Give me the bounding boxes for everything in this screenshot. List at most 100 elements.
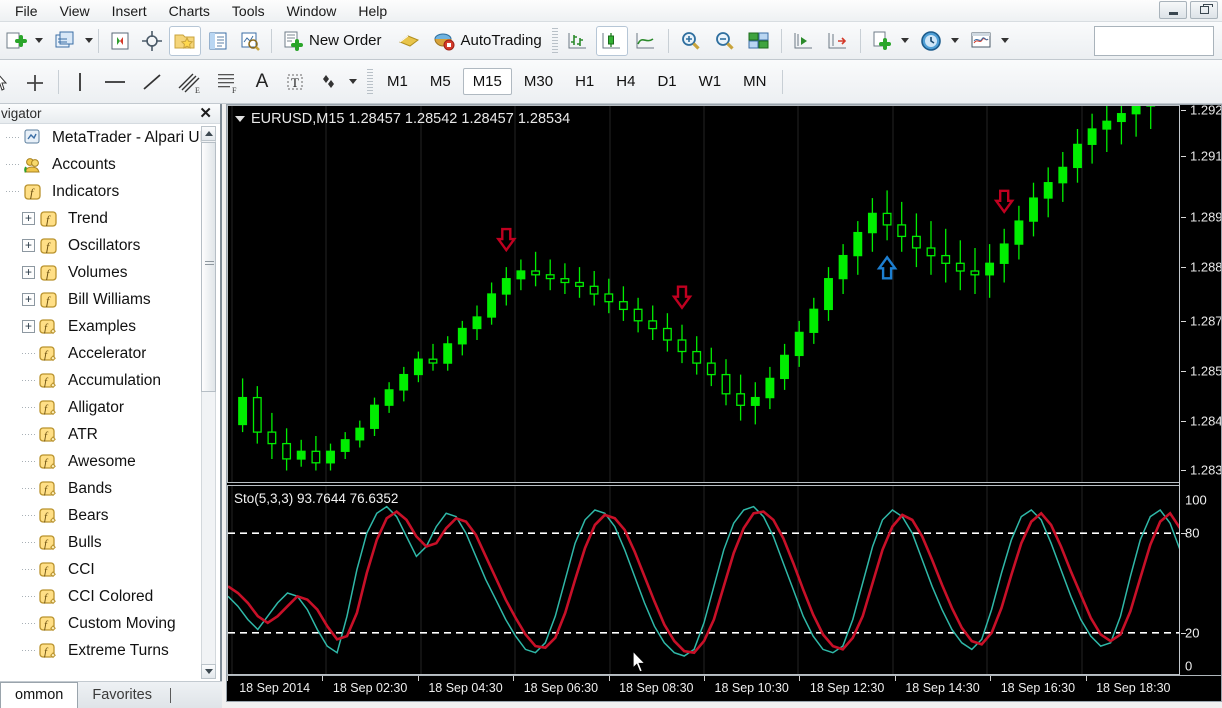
metaeditor-button[interactable]	[392, 26, 426, 56]
nav-tree-item[interactable]: + f Oscillators	[0, 232, 220, 259]
svg-text:T: T	[291, 75, 299, 90]
zoom-out-button[interactable]	[709, 26, 741, 56]
nav-tree-item[interactable]: f Accumulation	[0, 367, 220, 394]
text-tool-button[interactable]: A	[247, 67, 277, 97]
bar-chart-button[interactable]	[562, 26, 594, 56]
timeframe-m5[interactable]: M5	[420, 68, 461, 95]
nav-tree-item[interactable]: f Custom Moving	[0, 610, 220, 637]
timeframe-h4[interactable]: H4	[606, 68, 645, 95]
restore-button[interactable]	[1190, 1, 1218, 19]
market-watch-button[interactable]	[105, 26, 135, 56]
timeframe-w1[interactable]: W1	[689, 68, 732, 95]
templates-dropdown-icon[interactable]	[1000, 38, 1009, 43]
candlestick-chart-button[interactable]	[595, 25, 628, 56]
arrows-dropdown-icon[interactable]	[349, 79, 357, 84]
stochastic-title: Sto(5,3,3) 93.7644 76.6352	[234, 491, 399, 506]
autotrading-button[interactable]: AutoTrading	[428, 26, 550, 56]
menu-help[interactable]: Help	[347, 2, 398, 20]
nav-tree-item[interactable]: + f Volumes	[0, 259, 220, 286]
crosshair-tool-button[interactable]	[18, 67, 52, 97]
tab-favorites[interactable]: Favorites	[78, 683, 166, 706]
close-icon[interactable]: ✕	[196, 106, 215, 121]
nav-tree-item[interactable]: f ATR	[0, 421, 220, 448]
chart-shift-button[interactable]	[788, 26, 820, 56]
timeframe-d1[interactable]: D1	[647, 68, 686, 95]
expand-icon[interactable]: +	[22, 239, 35, 252]
nav-tree-item[interactable]: f Accelerator	[0, 340, 220, 367]
fibonacci-tool-button[interactable]: F	[209, 67, 245, 97]
nav-tree-item[interactable]: MetaTrader - Alpari UK	[0, 124, 220, 151]
timeframe-m15[interactable]: M15	[462, 68, 512, 95]
timeframe-mn[interactable]: MN	[733, 68, 776, 95]
expand-icon[interactable]: +	[22, 212, 35, 225]
expand-icon[interactable]: +	[22, 266, 35, 279]
nav-tree-item[interactable]: + f Examples	[0, 313, 220, 340]
toolbar-grip[interactable]	[551, 27, 558, 54]
search-box[interactable]	[1094, 25, 1214, 56]
new-order-button[interactable]: New Order	[278, 26, 390, 56]
period-dropdown-icon[interactable]	[950, 38, 959, 43]
add-indicator-button[interactable]	[867, 26, 897, 56]
nav-tree-item[interactable]: f Bands	[0, 475, 220, 502]
menu-file[interactable]: File	[4, 2, 49, 20]
nav-tree-item[interactable]: f CCI Colored	[0, 583, 220, 610]
profiles-dropdown-icon[interactable]	[85, 38, 93, 43]
line-chart-button[interactable]	[630, 26, 662, 56]
horizontal-line-tool-button[interactable]	[97, 67, 133, 97]
terminal-button[interactable]	[203, 26, 233, 56]
equidistant-channel-tool-button[interactable]: E	[171, 67, 207, 97]
minimize-button[interactable]	[1159, 1, 1187, 19]
timeframe-h1[interactable]: H1	[565, 68, 604, 95]
scroll-down-button[interactable]	[201, 664, 216, 679]
navigator-scrollbar-thumb[interactable]	[201, 142, 216, 392]
navigator-button[interactable]	[169, 25, 201, 56]
crosshair-button[interactable]	[137, 26, 167, 56]
text-label-tool-button[interactable]: T	[279, 67, 311, 97]
nav-tree-item[interactable]: f Indicators	[0, 178, 220, 205]
nav-tree-item[interactable]: f CCI	[0, 556, 220, 583]
chart-menu-caret-icon[interactable]	[235, 116, 245, 123]
scroll-up-button[interactable]	[201, 126, 216, 141]
arrows-tool-button[interactable]	[313, 67, 345, 97]
stochastic-pane[interactable]	[227, 485, 1182, 675]
menu-insert[interactable]: Insert	[101, 2, 158, 20]
timeframe-m1[interactable]: M1	[377, 68, 418, 95]
chart-canvas[interactable]: EURUSD,M15 1.28457 1.28542 1.28457 1.285…	[227, 105, 1221, 701]
expand-icon[interactable]: +	[22, 293, 35, 306]
price-axis[interactable]: 1.2927 1.2915 1.2899 1.2886 1.2872 1.2859 1.28…	[1179, 105, 1221, 675]
data-window-button[interactable]	[235, 26, 265, 56]
nav-tree-item[interactable]: f Bears	[0, 502, 220, 529]
cursor-tool-button[interactable]	[0, 67, 16, 97]
timeframe-grip[interactable]	[367, 68, 373, 95]
new-chart-dropdown-icon[interactable]	[35, 38, 43, 43]
period-button[interactable]	[915, 26, 947, 56]
tile-windows-button[interactable]	[743, 26, 775, 56]
menu-charts[interactable]: Charts	[158, 2, 221, 20]
add-indicator-dropdown-icon[interactable]	[900, 38, 909, 43]
menu-tools[interactable]: Tools	[221, 2, 276, 20]
templates-button[interactable]	[965, 26, 997, 56]
toolbar-separator-2	[271, 28, 272, 53]
chart-symbol-title[interactable]: EURUSD,M15 1.28457 1.28542 1.28457 1.285…	[235, 111, 570, 127]
nav-tree-item[interactable]: f Bulls	[0, 529, 220, 556]
nav-tree-item[interactable]: f Awesome	[0, 448, 220, 475]
time-axis[interactable]: 18 Sep 2014 18 Sep 02:30 18 Sep 04:30 18 Se…	[227, 675, 1221, 701]
timeframe-m30[interactable]: M30	[514, 68, 563, 95]
profiles-button[interactable]	[49, 26, 81, 56]
nav-tree-item[interactable]: f Alligator	[0, 394, 220, 421]
vertical-line-tool-button[interactable]	[65, 67, 95, 97]
chart-window[interactable]: EURUSD,M15 1.28457 1.28542 1.28457 1.285…	[226, 104, 1222, 702]
new-chart-button[interactable]	[1, 26, 31, 56]
tab-common[interactable]: ommon	[0, 682, 79, 708]
auto-scroll-button[interactable]	[822, 26, 854, 56]
zoom-in-button[interactable]	[675, 26, 707, 56]
nav-tree-item[interactable]: + f Trend	[0, 205, 220, 232]
menu-view[interactable]: View	[49, 2, 101, 20]
menu-window[interactable]: Window	[276, 2, 348, 20]
nav-tree-item[interactable]: + f Bill Williams	[0, 286, 220, 313]
nav-tree-item[interactable]: Accounts	[0, 151, 220, 178]
trendline-tool-button[interactable]	[135, 67, 169, 97]
nav-tree-item[interactable]: f Extreme Turns	[0, 637, 220, 664]
expand-icon[interactable]: +	[22, 320, 35, 333]
price-pane[interactable]	[227, 105, 1181, 483]
